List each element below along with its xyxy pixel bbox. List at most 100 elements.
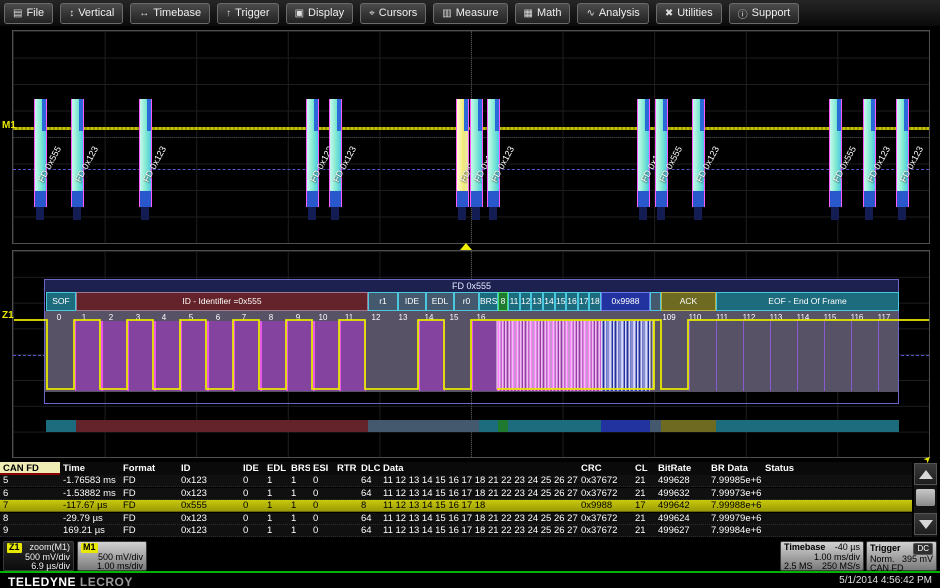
table-row[interactable]: 7 -117.67 µs FD 0x555 0 1 1 0 8 11 12 13 14 15 16… — [0, 500, 912, 512]
table-cell: 1 — [267, 512, 273, 524]
can-frame-burst: FD 0x123 — [487, 99, 516, 221]
menu-button-math[interactable]: ▦ Math — [514, 2, 571, 24]
burst-blue-base — [35, 191, 46, 207]
burst-stub — [73, 207, 81, 220]
burst-stub — [898, 207, 906, 220]
crosshair-icon: ⌖ — [369, 7, 375, 19]
burst-blue-base — [656, 191, 667, 207]
burst-stub — [694, 207, 702, 220]
table-cell: 7.99973e+6 — [711, 487, 762, 499]
status-divider-line — [0, 571, 940, 573]
table-cell: 11 12 13 14 15 16 17 18 21 22 23 24 25 2… — [383, 512, 578, 524]
menu-label: Cursors — [378, 7, 418, 19]
trigger-descriptor-box[interactable]: Trigger DC Norm. 395 mV CAN FD — [866, 541, 937, 573]
vertical-arrows-icon: ↕ — [69, 7, 75, 19]
can-frame-burst: FD 0x123 — [692, 99, 721, 221]
table-cell: 0 — [243, 475, 249, 486]
burst-stub — [472, 207, 480, 220]
z1-trace — [14, 319, 929, 390]
burst-edge — [875, 99, 876, 207]
table-cell — [334, 475, 358, 487]
menu-button-support[interactable]: ⓘ Support — [728, 2, 800, 24]
burst-edge — [468, 99, 469, 207]
burst-edge — [667, 99, 668, 207]
burst-stub — [141, 207, 149, 220]
table-cell — [762, 525, 908, 537]
brand-logo: TELEDYNE LECROY — [8, 575, 133, 588]
oscilloscope-screen: ▤ File ↕ Vertical ↔ Timebase ↑ Trigger ▣ Display ⌖… — [0, 0, 940, 588]
calculator-icon: ▦ — [523, 7, 533, 19]
menu-button-display[interactable]: ▣ Display — [285, 2, 354, 24]
menu-button-vertical[interactable]: ↕ Vertical — [60, 2, 124, 24]
table-cell: 499632 — [658, 487, 690, 499]
table-cell: 499642 — [658, 500, 690, 511]
column-header-brs: BRS — [291, 463, 310, 474]
horizontal-arrows-icon: ↔ — [139, 7, 150, 19]
table-cell — [334, 500, 358, 512]
burst-edge — [151, 99, 152, 207]
burst-stub — [458, 207, 466, 220]
can-frame-burst: FD 0x123 — [896, 99, 925, 221]
column-header-data: Data — [383, 463, 404, 474]
table-cell: 1 — [267, 500, 273, 511]
burst-stub — [639, 207, 647, 220]
menu-button-analysis[interactable]: ∿ Analysis — [577, 2, 649, 24]
table-row[interactable]: 6 -1.53882 ms FD 0x123 0 1 1 0 64 11 12 13 14 15 … — [0, 487, 912, 500]
scroll-down-button[interactable] — [914, 513, 937, 535]
brand-primary: TELEDYNE — [8, 575, 77, 588]
can-frame-burst: FD 0x555 — [829, 99, 858, 221]
table-cell: -29.79 µs — [63, 512, 103, 524]
ruler-icon: ▥ — [442, 7, 452, 19]
burst-edge — [649, 99, 650, 207]
table-cell: 0x37672 — [581, 475, 618, 486]
timebase-descriptor-box[interactable]: Timebase -40 µs 1.00 ms/div 2.5 MS 250 M… — [780, 541, 864, 571]
table-tab-can-fd[interactable]: CAN FD — [0, 462, 60, 475]
burst-blue-base — [638, 191, 649, 207]
table-cell: 1 — [267, 525, 273, 536]
can-frame-burst: FD 0x555 — [34, 99, 63, 221]
burst-blue-base — [864, 191, 875, 207]
menu-button-cursors[interactable]: ⌖ Cursors — [360, 2, 427, 24]
menu-button-file[interactable]: ▤ File — [4, 2, 54, 24]
m1-descriptor-box[interactable]: M1 500 mV/div 1.00 ms/div — [77, 541, 147, 571]
menu-label: Measure — [455, 7, 499, 19]
z1-descriptor-box[interactable]: Z1 zoom(M1) 500 mV/div 6.9 µs/div — [3, 541, 74, 571]
burst-blue-cap — [663, 99, 667, 131]
table-row[interactable]: 9 169.21 µs FD 0x123 0 1 1 0 64 11 12 13 14 15 16… — [0, 525, 912, 537]
menu-button-trigger[interactable]: ↑ Trigger — [217, 2, 279, 24]
burst-stub — [331, 207, 339, 220]
table-cell — [762, 475, 908, 487]
trigger-coupling-badge: DC — [913, 543, 933, 555]
burst-edge — [318, 99, 319, 207]
table-row[interactable]: 5 -1.76583 ms FD 0x123 0 1 1 0 64 11 12 13 14 15 … — [0, 475, 912, 487]
menu-button-measure[interactable]: ▥ Measure — [433, 2, 508, 24]
table-cell: 499628 — [658, 475, 690, 486]
table-cell: 21 — [635, 475, 646, 486]
menu-label: File — [26, 7, 45, 19]
trigger-level: 395 mV — [901, 553, 933, 564]
scroll-up-button[interactable] — [914, 463, 937, 485]
table-row[interactable]: 8 -29.79 µs FD 0x123 0 1 1 0 64 11 12 13 14 15 16… — [0, 512, 912, 525]
table-cell: 11 12 13 14 15 16 17 18 21 22 23 24 25 2… — [383, 525, 578, 536]
column-header-rtr: RTR — [337, 463, 357, 474]
table-cell: 7 — [3, 500, 9, 511]
table-cell: -1.53882 ms — [63, 487, 116, 499]
burst-blue-base — [330, 191, 341, 207]
table-cell: 21 — [635, 512, 646, 524]
menu-button-utilities[interactable]: ✖ Utilities — [655, 2, 722, 24]
burst-blue-cap — [495, 99, 499, 131]
menu-bar: ▤ File ↕ Vertical ↔ Timebase ↑ Trigger ▣ Display ⌖… — [0, 0, 940, 26]
table-cell: 169.21 µs — [63, 525, 105, 536]
can-frame-burst: FD 0x555 — [456, 99, 485, 221]
waveform-icon: ∿ — [586, 7, 595, 19]
menu-button-timebase[interactable]: ↔ Timebase — [130, 2, 211, 24]
scroll-thumb[interactable] — [916, 489, 935, 506]
decode-table-header: CAN FD Time Format ID IDE EDL BRS ESI RTR DLC Data… — [0, 462, 912, 475]
table-cell: 7.99979e+6 — [711, 512, 762, 524]
burst-stub — [308, 207, 316, 220]
table-cell: 64 — [361, 512, 372, 524]
trigger-position-marker[interactable] — [460, 243, 472, 250]
burst-blue-cap — [478, 99, 482, 131]
column-header-cl: CL — [635, 463, 648, 474]
burst-blue-base — [457, 191, 468, 207]
